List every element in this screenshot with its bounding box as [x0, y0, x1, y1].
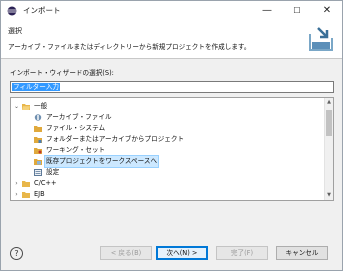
scroll-down-arrow-icon[interactable]: ▼: [325, 191, 333, 200]
page-description: アーカイブ・ファイルまたはディレクトリーから新規プロジェクトを作成します。: [8, 43, 251, 51]
folder-icon: [22, 192, 30, 198]
existing-project-icon: [34, 159, 42, 165]
eclipse-app-icon: [7, 6, 17, 16]
next-button[interactable]: 次へ(N) >: [156, 246, 208, 260]
archive-file-icon: [34, 114, 42, 121]
filter-input[interactable]: フィルター入力: [10, 81, 334, 93]
tree-item-label: EJB: [34, 190, 45, 198]
wizard-header: 選択 アーカイブ・ファイルまたはディレクトリーから新規プロジェクトを作成します。: [1, 21, 342, 58]
chevron-right-icon[interactable]: ›: [13, 178, 20, 189]
tree-item-folder-or-archive-project[interactable]: フォルダーまたはアーカイブからプロジェクト: [13, 134, 313, 145]
tree-item-label: ファイル・システム: [46, 124, 106, 132]
scroll-up-arrow-icon[interactable]: ▲: [325, 98, 333, 107]
tree-item-label: C/C++: [34, 179, 57, 187]
import-wizard-banner-icon: [309, 27, 333, 51]
tree-item-label: フォルダーまたはアーカイブからプロジェクト: [46, 135, 185, 143]
page-title: 選択: [8, 27, 22, 35]
preferences-icon: [34, 169, 42, 176]
file-system-icon: [34, 126, 42, 132]
tree-item-ejb[interactable]: › EJB: [13, 189, 313, 200]
folder-icon: [22, 181, 30, 187]
filter-input-text: フィルター入力: [12, 83, 61, 91]
tree-item-preferences[interactable]: 設定: [13, 167, 313, 178]
import-dialog: インポート — ☐ ✕ 選択 アーカイブ・ファイルまたはディレクトリーから新規プ…: [0, 0, 343, 271]
tree-item-working-set[interactable]: ワーキング・セット: [13, 145, 313, 156]
folder-project-icon: [34, 137, 42, 143]
chevron-down-icon[interactable]: ⌄: [13, 101, 20, 112]
working-set-icon: [34, 148, 42, 154]
finish-button[interactable]: 完了(F): [216, 246, 268, 260]
help-icon[interactable]: ?: [10, 247, 23, 260]
tree-item-general[interactable]: ⌄ 一般: [13, 101, 313, 112]
wizard-body: インポート・ウィザードの選択(S): フィルター入力 ⌄ 一般 アーカイブ・ファ…: [1, 59, 342, 239]
cancel-button[interactable]: キャンセル: [276, 246, 328, 260]
back-button[interactable]: < 戻る(B): [100, 246, 152, 260]
chevron-right-icon[interactable]: ›: [13, 189, 20, 200]
window-title: インポート: [23, 6, 61, 15]
minimize-button[interactable]: —: [252, 1, 282, 21]
tree-scrollbar[interactable]: ▲ ▼: [324, 98, 333, 200]
title-bar: インポート — ☐ ✕: [1, 1, 342, 21]
tree-item-label: ワーキング・セット: [46, 146, 106, 154]
button-bar: ? < 戻る(B) 次へ(N) > 完了(F) キャンセル: [1, 239, 342, 270]
tree-item-file-system[interactable]: ファイル・システム: [13, 123, 313, 134]
tree-item-cpp[interactable]: › C/C++: [13, 178, 313, 189]
wizard-tree[interactable]: ⌄ 一般 アーカイブ・ファイル ファイル・システム フォルダーまたはアーカイブか…: [10, 97, 334, 201]
tree-item-existing-projects[interactable]: 既存プロジェクトをワークスペースへ: [13, 155, 313, 168]
tree-item-label: 一般: [34, 102, 48, 110]
close-button[interactable]: ✕: [312, 1, 342, 21]
tree-item-label: 既存プロジェクトをワークスペースへ: [43, 155, 160, 168]
tree-item-archive-file[interactable]: アーカイブ・ファイル: [13, 112, 313, 123]
tree-item-label: アーカイブ・ファイル: [46, 113, 112, 121]
scrollbar-thumb[interactable]: [326, 110, 332, 136]
folder-open-icon: [22, 104, 30, 110]
wizard-selection-label: インポート・ウィザードの選択(S):: [10, 69, 114, 77]
maximize-button[interactable]: ☐: [282, 1, 312, 21]
tree-item-label: 設定: [46, 168, 60, 176]
